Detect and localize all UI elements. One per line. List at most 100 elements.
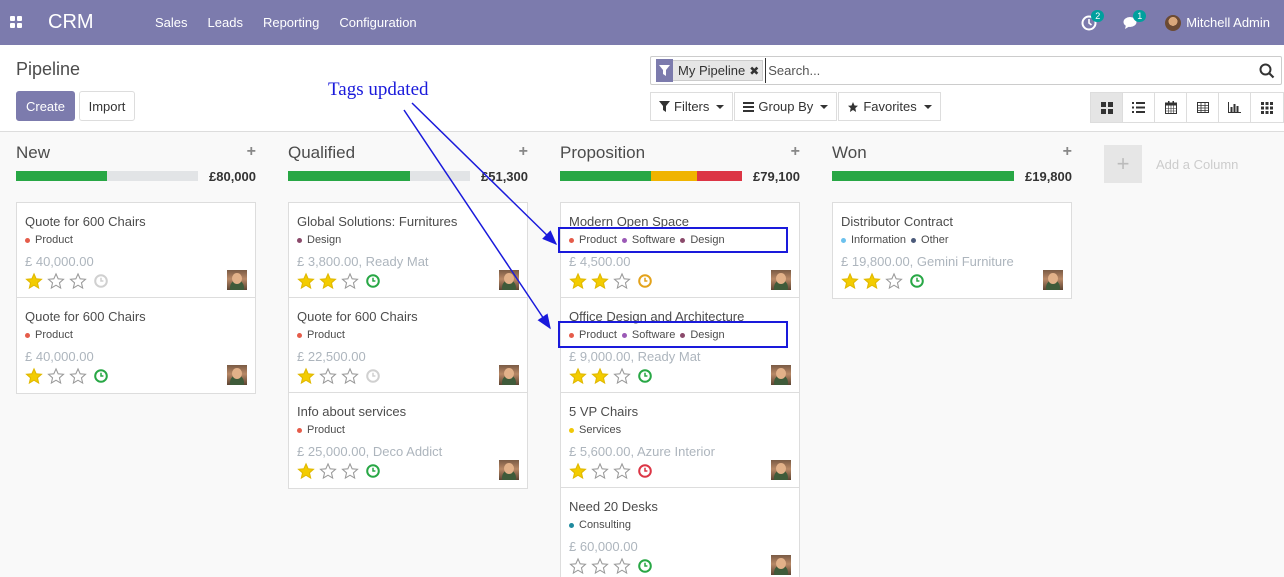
column-title[interactable]: New	[16, 143, 50, 163]
kanban-card[interactable]: Distributor Contract Information Other £ …	[833, 203, 1071, 298]
column-progress-bar: 502525	[560, 171, 742, 181]
menu-reporting[interactable]: Reporting	[253, 15, 329, 30]
column-title[interactable]: Proposition	[560, 143, 645, 163]
priority-star-icon[interactable]	[341, 272, 359, 290]
app-brand[interactable]: CRM	[48, 11, 94, 34]
priority-star-icon[interactable]	[47, 367, 65, 385]
activity-clock-icon[interactable]	[638, 274, 652, 288]
progress-segment[interactable]: 50	[560, 171, 651, 181]
menu-configuration[interactable]: Configuration	[329, 15, 426, 30]
card-title: Quote for 600 Chairs	[25, 309, 146, 324]
tag: Design	[297, 234, 341, 246]
priority-star-icon[interactable]	[25, 272, 43, 290]
priority-star-icon[interactable]	[591, 462, 609, 480]
card-amount: £ 9,000.00, Ready Mat	[569, 349, 701, 364]
progress-segment[interactable]: 100	[832, 171, 1014, 181]
priority-star-icon[interactable]	[297, 272, 315, 290]
favorites-dropdown[interactable]: Favorites	[838, 92, 941, 121]
priority-star-icon[interactable]	[613, 367, 631, 385]
activity-clock-icon[interactable]	[638, 369, 652, 383]
kanban-card[interactable]: 5 VP Chairs Services £ 5,600.00, Azure I…	[561, 393, 799, 488]
activity-clock-icon[interactable]	[638, 559, 652, 573]
filters-dropdown[interactable]: Filters	[650, 92, 734, 121]
kanban-card[interactable]: Quote for 600 Chairs Product £ 22,500.00	[289, 298, 527, 393]
priority-star-icon[interactable]	[613, 272, 631, 290]
quick-create-plus-icon[interactable]: +	[1063, 143, 1072, 161]
activity-clock-icon[interactable]	[366, 464, 380, 478]
priority-widget	[25, 367, 108, 385]
kanban-card[interactable]: Quote for 600 Chairs Product £ 40,000.00	[17, 298, 255, 393]
priority-star-icon[interactable]	[319, 462, 337, 480]
pivot-view-icon[interactable]	[1187, 93, 1219, 122]
menu-sales[interactable]: Sales	[145, 15, 198, 30]
graph-view-icon[interactable]	[1219, 93, 1251, 122]
priority-star-icon[interactable]	[591, 367, 609, 385]
kanban-view-icon[interactable]	[1091, 93, 1123, 122]
add-column-label[interactable]: Add a Column	[1156, 157, 1238, 172]
priority-star-icon[interactable]	[69, 367, 87, 385]
kanban-card[interactable]: Quote for 600 Chairs Product £ 40,000.00	[17, 203, 255, 298]
activity-clock-icon[interactable]	[638, 464, 652, 478]
kanban-card[interactable]: Need 20 Desks Consulting £ 60,000.00	[561, 488, 799, 577]
tag-label: Product	[307, 329, 345, 341]
apps-menu-icon[interactable]	[10, 16, 22, 28]
search-icon[interactable]	[1257, 61, 1277, 81]
quick-create-plus-icon[interactable]: +	[247, 143, 256, 161]
activity-clock-icon[interactable]: 2	[1081, 9, 1105, 31]
messages-chat-icon[interactable]: 1	[1123, 9, 1147, 31]
user-menu[interactable]: Mitchell Admin	[1165, 14, 1270, 31]
priority-star-icon[interactable]	[297, 367, 315, 385]
priority-star-icon[interactable]	[569, 462, 587, 480]
priority-star-icon[interactable]	[569, 557, 587, 575]
column-progress-bar: 67	[288, 171, 470, 181]
priority-star-icon[interactable]	[885, 272, 903, 290]
add-column-plus-icon[interactable]: +	[1104, 145, 1142, 183]
priority-star-icon[interactable]	[569, 367, 587, 385]
priority-star-icon[interactable]	[863, 272, 881, 290]
priority-star-icon[interactable]	[841, 272, 859, 290]
list-view-icon[interactable]	[1123, 93, 1155, 122]
activity-clock-icon[interactable]	[910, 274, 924, 288]
priority-star-icon[interactable]	[613, 557, 631, 575]
facet-remove-icon[interactable]: ✖	[749, 64, 762, 78]
progress-segment[interactable]: 50	[16, 171, 107, 181]
priority-star-icon[interactable]	[613, 462, 631, 480]
progress-segment[interactable]: 25	[696, 171, 742, 181]
priority-star-icon[interactable]	[591, 557, 609, 575]
kanban-card[interactable]: Global Solutions: Furnitures Design £ 3,…	[289, 203, 527, 298]
quick-create-plus-icon[interactable]: +	[519, 143, 528, 161]
activity-clock-icon[interactable]	[366, 274, 380, 288]
create-button[interactable]: Create	[16, 91, 75, 121]
priority-star-icon[interactable]	[319, 272, 337, 290]
menu-leads[interactable]: Leads	[198, 15, 253, 30]
search-input[interactable]	[765, 58, 1257, 83]
card-tags: Consulting	[569, 519, 636, 531]
column-title[interactable]: Qualified	[288, 143, 355, 163]
priority-star-icon[interactable]	[341, 462, 359, 480]
add-column[interactable]: + Add a Column	[1104, 145, 1238, 183]
import-button[interactable]: Import	[79, 91, 135, 121]
activity-clock-icon[interactable]	[94, 369, 108, 383]
priority-star-icon[interactable]	[569, 272, 587, 290]
quick-create-plus-icon[interactable]: +	[791, 143, 800, 161]
priority-star-icon[interactable]	[341, 367, 359, 385]
column-title[interactable]: Won	[832, 143, 867, 163]
activity-clock-icon[interactable]	[94, 274, 108, 288]
priority-star-icon[interactable]	[69, 272, 87, 290]
priority-star-icon[interactable]	[47, 272, 65, 290]
activity-clock-icon[interactable]	[366, 369, 380, 383]
priority-star-icon[interactable]	[297, 462, 315, 480]
kanban-card[interactable]: Info about services Product £ 25,000.00,…	[289, 393, 527, 488]
progress-segment[interactable]: 67	[288, 171, 410, 181]
calendar-view-icon[interactable]	[1155, 93, 1187, 122]
progress-segment[interactable]: 25	[651, 171, 697, 181]
priority-star-icon[interactable]	[319, 367, 337, 385]
activity-view-icon[interactable]	[1251, 93, 1283, 122]
priority-star-icon[interactable]	[25, 367, 43, 385]
groupby-dropdown[interactable]: Group By	[734, 92, 838, 121]
priority-star-icon[interactable]	[591, 272, 609, 290]
tag-label: Information	[851, 234, 907, 246]
salesperson-avatar	[499, 365, 519, 385]
card-amount: £ 5,600.00, Azure Interior	[569, 444, 715, 459]
card-title: Distributor Contract	[841, 214, 953, 229]
